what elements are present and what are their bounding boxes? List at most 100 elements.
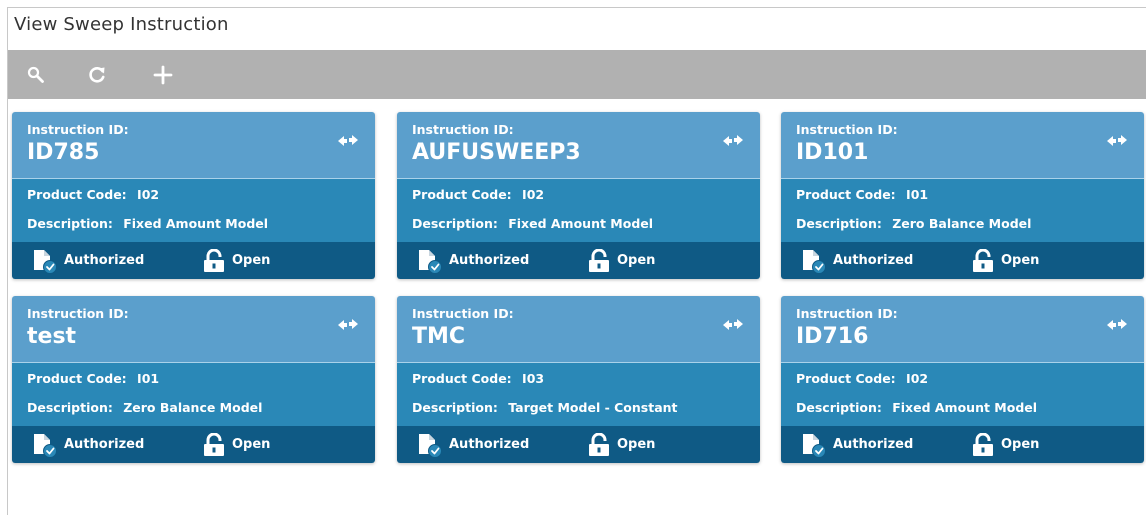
refresh-button[interactable] bbox=[84, 62, 110, 88]
product-code-label: Product Code: bbox=[412, 187, 512, 202]
instruction-id-label: Instruction ID: bbox=[796, 122, 898, 137]
swap-icon bbox=[338, 135, 358, 146]
record-status-text: Open bbox=[1001, 253, 1040, 268]
description-value: Zero Balance Model bbox=[123, 400, 263, 415]
authorized-document-icon bbox=[419, 433, 442, 458]
record-status-text: Open bbox=[232, 253, 271, 268]
card-header: Instruction ID: ID716 bbox=[781, 296, 1144, 362]
card-footer: Authorized Open bbox=[781, 242, 1144, 279]
instruction-card-test[interactable]: Instruction ID: test Product Code: I01 D… bbox=[12, 296, 375, 463]
main-panel: View Sweep Instruction Instruction ID: I… bbox=[7, 7, 1146, 515]
description-value: Target Model - Constant bbox=[508, 400, 678, 415]
description-value: Fixed Amount Model bbox=[508, 216, 654, 231]
description-label: Description: bbox=[27, 216, 113, 231]
card-footer: Authorized Open bbox=[12, 426, 375, 463]
description-label: Description: bbox=[412, 400, 498, 415]
description-row: Description: Fixed Amount Model bbox=[412, 216, 653, 231]
description-row: Description: Target Model - Constant bbox=[412, 400, 678, 415]
card-footer: Authorized Open bbox=[781, 426, 1144, 463]
authorization-status: Authorized bbox=[32, 426, 144, 463]
instruction-id-label: Instruction ID: bbox=[412, 122, 514, 137]
card-header: Instruction ID: ID785 bbox=[12, 112, 375, 178]
product-code-row: Product Code: I01 bbox=[796, 187, 928, 202]
description-label: Description: bbox=[412, 216, 498, 231]
record-status: Open bbox=[202, 426, 270, 463]
instruction-id-label: Instruction ID: bbox=[412, 306, 514, 321]
description-label: Description: bbox=[796, 400, 882, 415]
product-code-row: Product Code: I01 bbox=[27, 371, 159, 386]
instruction-card-id716[interactable]: Instruction ID: ID716 Product Code: I02 … bbox=[781, 296, 1144, 463]
authorization-status: Authorized bbox=[801, 242, 913, 279]
instruction-id-value: ID716 bbox=[796, 324, 869, 349]
description-row: Description: Fixed Amount Model bbox=[27, 216, 268, 231]
authorization-status: Authorized bbox=[417, 426, 529, 463]
card-body: Product Code: I03 Description: Target Mo… bbox=[397, 362, 760, 426]
product-code-value: I02 bbox=[137, 187, 160, 202]
instruction-id-label: Instruction ID: bbox=[27, 306, 129, 321]
authorization-status: Authorized bbox=[32, 242, 144, 279]
card-body: Product Code: I02 Description: Fixed Amo… bbox=[397, 178, 760, 242]
card-body: Product Code: I02 Description: Fixed Amo… bbox=[781, 362, 1144, 426]
card-header: Instruction ID: TMC bbox=[397, 296, 760, 362]
authorization-status-text: Authorized bbox=[449, 437, 530, 452]
product-code-label: Product Code: bbox=[796, 187, 896, 202]
card-footer: Authorized Open bbox=[397, 242, 760, 279]
search-button[interactable] bbox=[23, 62, 49, 88]
card-body: Product Code: I01 Description: Zero Bala… bbox=[12, 362, 375, 426]
add-button[interactable] bbox=[150, 62, 176, 88]
card-footer: Authorized Open bbox=[12, 242, 375, 279]
swap-icon bbox=[723, 319, 743, 330]
record-status-text: Open bbox=[617, 253, 656, 268]
authorized-document-icon bbox=[419, 249, 442, 274]
authorization-status-text: Authorized bbox=[833, 253, 914, 268]
instruction-card-tmc[interactable]: Instruction ID: TMC Product Code: I03 De… bbox=[397, 296, 760, 463]
card-body: Product Code: I02 Description: Fixed Amo… bbox=[12, 178, 375, 242]
product-code-value: I03 bbox=[522, 371, 545, 386]
instruction-id-value: ID785 bbox=[27, 140, 100, 165]
swap-icon bbox=[338, 319, 358, 330]
description-label: Description: bbox=[796, 216, 882, 231]
instruction-id-value: test bbox=[27, 324, 77, 349]
instruction-id-value: AUFUSWEEP3 bbox=[412, 140, 581, 165]
unlock-icon bbox=[973, 248, 993, 272]
unlock-icon bbox=[204, 248, 224, 272]
swap-icon bbox=[1107, 135, 1127, 146]
swap-icon bbox=[723, 135, 743, 146]
card-header: Instruction ID: AUFUSWEEP3 bbox=[397, 112, 760, 178]
authorization-status-text: Authorized bbox=[449, 253, 530, 268]
unlock-icon bbox=[589, 432, 609, 456]
search-icon bbox=[27, 66, 44, 83]
product-code-value: I02 bbox=[522, 187, 545, 202]
record-status-text: Open bbox=[232, 437, 271, 452]
refresh-icon bbox=[89, 67, 105, 83]
record-status-text: Open bbox=[1001, 437, 1040, 452]
record-status: Open bbox=[971, 426, 1039, 463]
instruction-card-id785[interactable]: Instruction ID: ID785 Product Code: I02 … bbox=[12, 112, 375, 279]
authorization-status-text: Authorized bbox=[64, 437, 145, 452]
instruction-card-aufusweep3[interactable]: Instruction ID: AUFUSWEEP3 Product Code:… bbox=[397, 112, 760, 279]
card-header: Instruction ID: ID101 bbox=[781, 112, 1144, 178]
authorization-status-text: Authorized bbox=[833, 437, 914, 452]
description-row: Description: Fixed Amount Model bbox=[796, 400, 1037, 415]
description-row: Description: Zero Balance Model bbox=[27, 400, 262, 415]
instruction-id-value: TMC bbox=[412, 324, 466, 349]
plus-icon bbox=[153, 65, 173, 85]
description-label: Description: bbox=[27, 400, 113, 415]
description-value: Fixed Amount Model bbox=[892, 400, 1038, 415]
authorized-document-icon bbox=[803, 249, 826, 274]
product-code-label: Product Code: bbox=[27, 187, 127, 202]
product-code-row: Product Code: I02 bbox=[27, 187, 159, 202]
authorization-status-text: Authorized bbox=[64, 253, 145, 268]
record-status: Open bbox=[587, 242, 655, 279]
product-code-value: I01 bbox=[137, 371, 160, 386]
description-row: Description: Zero Balance Model bbox=[796, 216, 1031, 231]
description-value: Zero Balance Model bbox=[892, 216, 1032, 231]
card-footer: Authorized Open bbox=[397, 426, 760, 463]
description-value: Fixed Amount Model bbox=[123, 216, 269, 231]
record-status-text: Open bbox=[617, 437, 656, 452]
instruction-card-id101[interactable]: Instruction ID: ID101 Product Code: I01 … bbox=[781, 112, 1144, 279]
product-code-label: Product Code: bbox=[796, 371, 896, 386]
card-header: Instruction ID: test bbox=[12, 296, 375, 362]
record-status: Open bbox=[202, 242, 270, 279]
unlock-icon bbox=[589, 248, 609, 272]
